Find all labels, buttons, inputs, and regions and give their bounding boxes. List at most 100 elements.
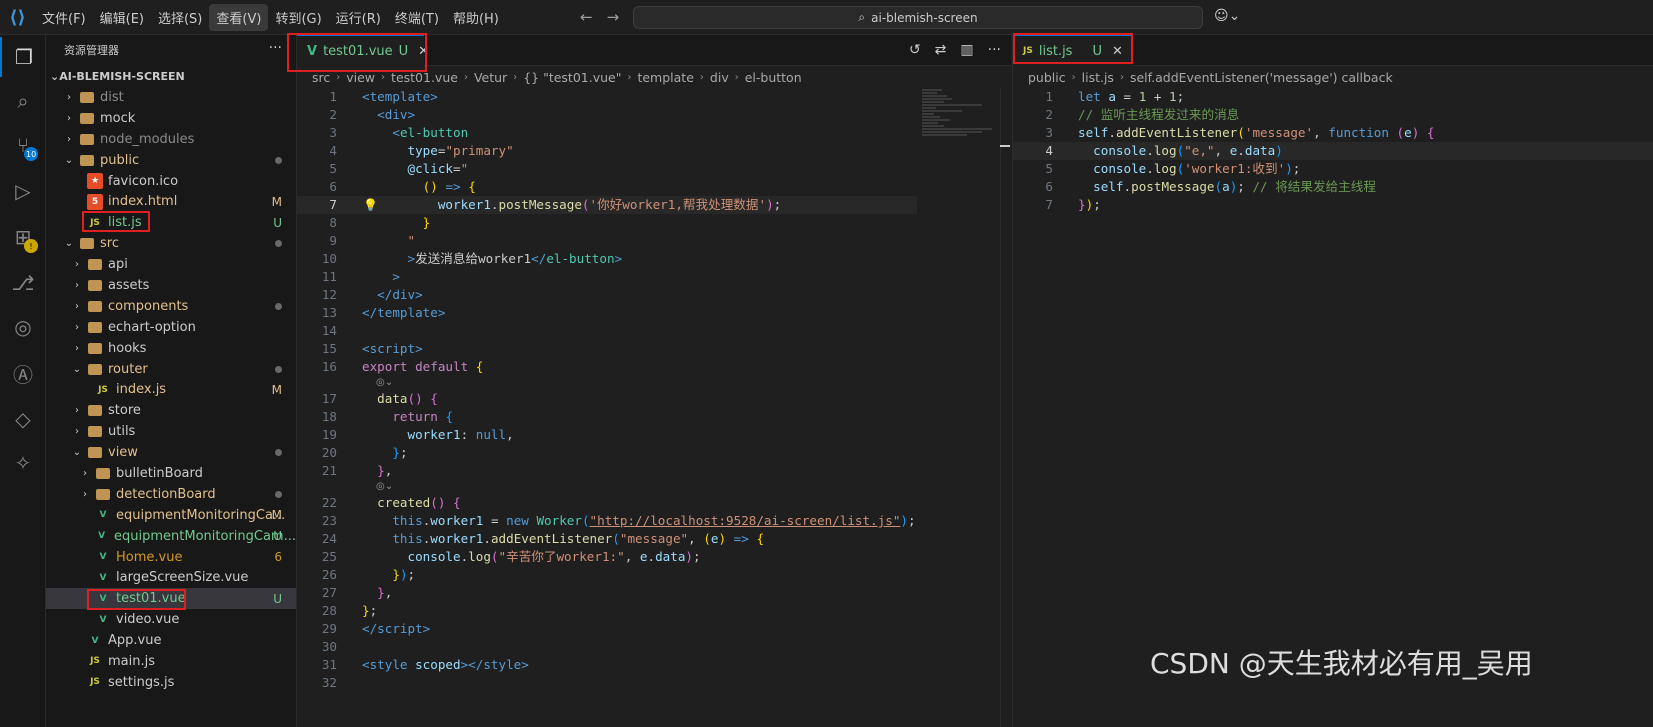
chevron-down-icon: ⌄ <box>50 69 60 83</box>
modified-dot-indicator <box>275 240 282 248</box>
tree-item[interactable]: › api <box>46 254 296 275</box>
menu-view[interactable]: 查看(V) <box>209 3 269 31</box>
tree-item[interactable]: Vvideo.vue <box>46 609 296 630</box>
tree-item[interactable]: › hooks <box>46 338 296 359</box>
tree-item[interactable]: Vtest01.vue U <box>46 588 296 610</box>
folder-icon <box>87 445 103 461</box>
workspace-root[interactable]: ⌄ AI-BLEMISH-SCREEN <box>46 65 296 87</box>
tree-item[interactable]: › dist <box>46 87 296 108</box>
line-number: 22 <box>321 495 337 510</box>
breadcrumb-separator-icon: › <box>463 71 468 83</box>
breadcrumb-item[interactable]: Vetur <box>474 70 507 85</box>
folder-icon <box>95 486 111 502</box>
more-actions-icon[interactable]: ··· <box>269 40 282 56</box>
code-editor-left[interactable]: 1 <template> 2 <div> 3 <el-button 4 type=… <box>297 88 917 692</box>
tree-item[interactable]: › node_modules <box>46 129 296 150</box>
close-icon[interactable]: ✕ <box>418 44 429 59</box>
command-center-search[interactable]: ⌕ ai-blemish-screen <box>633 6 1203 29</box>
tree-item[interactable]: › store <box>46 400 296 421</box>
breadcrumb-item[interactable]: self.addEventListener('message') callbac… <box>1130 70 1393 85</box>
breadcrumb-item[interactable]: public <box>1028 70 1066 85</box>
tree-item-label: mock <box>100 110 136 126</box>
tree-item[interactable]: V App.vue <box>46 630 296 651</box>
extensions-icon[interactable]: ⊞ ! <box>0 217 46 257</box>
tree-item[interactable]: ⌄ router <box>46 359 296 380</box>
run-debug-icon[interactable]: ▷ <box>0 171 46 211</box>
breadcrumb-item[interactable]: template <box>637 70 693 85</box>
gitlens-icon[interactable]: ◇ <box>0 399 46 439</box>
chevron-right-icon: › <box>75 405 79 417</box>
tree-item[interactable]: VequipmentMonitoringCa... M <box>46 505 296 526</box>
tree-item[interactable]: › assets <box>46 275 296 296</box>
tree-item[interactable]: › bulletinBoard <box>46 463 296 484</box>
tree-item[interactable]: JS settings.js <box>46 672 296 693</box>
vue-file-icon: V <box>99 593 107 604</box>
tree-item-label: main.js <box>108 653 155 669</box>
breadcrumb-item[interactable]: {} "test01.vue" <box>523 70 621 85</box>
codelens-hint[interactable]: ◎⌄ <box>297 376 917 390</box>
minimap[interactable] <box>922 88 997 178</box>
lightbulb-icon[interactable]: 💡 <box>363 196 378 214</box>
breadcrumb-item[interactable]: test01.vue <box>391 70 458 85</box>
git-status-badge: U <box>273 215 282 230</box>
menu-help[interactable]: 帮助(H) <box>446 4 506 31</box>
breadcrumb-item[interactable]: view <box>346 70 375 85</box>
menu-terminal[interactable]: 终端(T) <box>388 4 446 31</box>
breadcrumb-item[interactable]: div <box>710 70 729 85</box>
git-graph-icon[interactable]: ⎇ <box>0 263 46 303</box>
copilot-icon[interactable]: ☺⌄ <box>1214 8 1240 24</box>
remote-icon[interactable]: ◎ <box>0 307 46 347</box>
tree-item[interactable]: › mock <box>46 108 296 129</box>
tree-item[interactable]: 5 index.html M <box>46 191 296 212</box>
tree-item[interactable]: JS list.js U <box>46 212 296 233</box>
aw-icon[interactable]: Ⓐ <box>0 353 46 393</box>
kite-icon[interactable]: ✧ <box>0 443 46 483</box>
codelens-hint[interactable]: ◎⌄ <box>297 480 917 494</box>
tree-item[interactable]: ⌄ public <box>46 150 296 171</box>
tree-item[interactable]: JS index.js M <box>46 379 296 400</box>
tree-item[interactable]: › detectionBoard <box>46 484 296 505</box>
menu-selection[interactable]: 选择(S) <box>151 4 209 31</box>
tree-item[interactable]: › utils <box>46 421 296 442</box>
tree-item[interactable]: VlargeScreenSize.vue <box>46 567 296 588</box>
tree-item[interactable]: › echart-option <box>46 317 296 338</box>
compare-icon[interactable]: ⇄ <box>935 42 947 58</box>
timeline-icon[interactable]: ↺ <box>909 42 921 58</box>
code-editor-right[interactable]: 1 let a = 1 + 1; 2// 监听主线程发过来的消息 3 self.ad… <box>1013 88 1653 214</box>
breadcrumb-item[interactable]: list.js <box>1082 70 1114 85</box>
tree-item[interactable]: › components <box>46 296 296 317</box>
tree-item[interactable]: JS main.js <box>46 651 296 672</box>
menu-edit[interactable]: 编辑(E) <box>93 4 151 31</box>
extensions-warning-badge: ! <box>24 239 38 253</box>
explorer-icon[interactable]: ❐ <box>0 37 46 77</box>
line-number: 7 <box>329 197 337 212</box>
explorer-title: 资源管理器 <box>64 44 119 57</box>
tree-item[interactable]: ★ favicon.ico <box>46 171 296 192</box>
tree-item[interactable]: ⌄ src <box>46 233 296 254</box>
tree-item[interactable]: V Home.vue 6 <box>46 547 296 568</box>
more-actions-icon[interactable]: ··· <box>988 42 1001 58</box>
menu-run[interactable]: 运行(R) <box>329 4 388 31</box>
forward-arrow-icon[interactable]: → <box>607 8 620 26</box>
chevron-right-icon: › <box>75 300 79 312</box>
split-editor-icon[interactable]: ▥ <box>960 42 973 58</box>
chevron-right-icon: › <box>67 112 71 124</box>
chevron-right-icon: › <box>67 133 71 145</box>
tab-list-js[interactable]: JS list.js U ✕ <box>1013 35 1131 66</box>
tree-item[interactable]: VequipmentMonitoringCam... U <box>46 526 296 547</box>
tree-item[interactable]: ⌄ view <box>46 442 296 463</box>
breadcrumb-item[interactable]: el-button <box>745 70 802 85</box>
vertical-scrollbar[interactable] <box>1000 88 1010 727</box>
tab-test01-vue[interactable]: V test01.vue U ✕ <box>297 35 429 66</box>
search-view-icon[interactable]: ⌕ <box>0 81 46 121</box>
breadcrumb-separator-icon: › <box>734 71 739 83</box>
back-arrow-icon[interactable]: ← <box>580 8 593 26</box>
menu-go[interactable]: 转到(G) <box>268 4 328 31</box>
close-icon[interactable]: ✕ <box>1112 44 1123 59</box>
chevron-right-icon: › <box>83 488 87 500</box>
source-control-icon[interactable]: ⑂ 10 <box>0 125 46 165</box>
breadcrumb-item[interactable]: src <box>312 70 330 85</box>
menu-file[interactable]: 文件(F) <box>35 4 93 31</box>
js-file-icon: JS <box>90 677 100 688</box>
modified-dot-indicator <box>275 156 282 164</box>
